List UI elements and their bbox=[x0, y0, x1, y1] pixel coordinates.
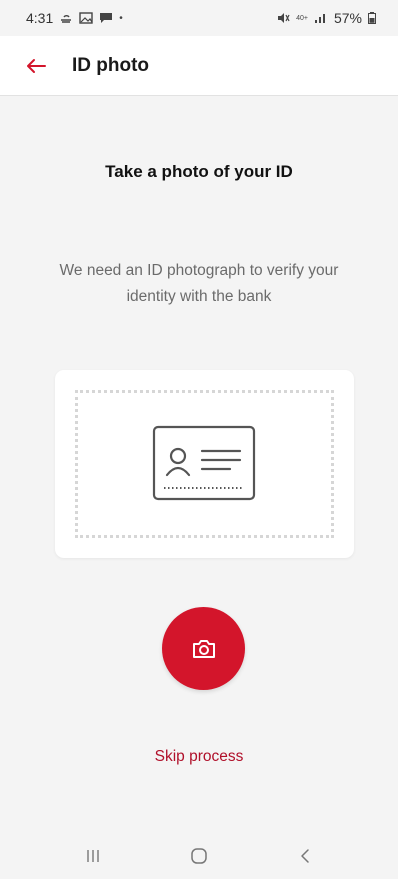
system-nav-bar bbox=[0, 832, 398, 879]
page-title: ID photo bbox=[72, 54, 150, 76]
signal-icon bbox=[314, 14, 325, 23]
id-card-panel bbox=[55, 370, 354, 558]
status-left: 4:31 • bbox=[26, 10, 123, 26]
status-bar: 4:31 • 40+ 57% bbox=[0, 0, 398, 36]
status-time: 4:31 bbox=[26, 10, 54, 26]
status-right: 40+ 57% bbox=[276, 10, 376, 26]
camera-icon bbox=[192, 639, 215, 658]
battery-icon bbox=[368, 12, 376, 24]
take-photo-button[interactable] bbox=[162, 607, 245, 690]
notification-dot-icon: • bbox=[119, 12, 123, 24]
chevron-left-icon bbox=[301, 848, 309, 863]
home-button[interactable] bbox=[179, 841, 219, 871]
back-button[interactable] bbox=[0, 36, 72, 96]
instruction-heading: Take a photo of your ID bbox=[105, 162, 293, 181]
instruction-description: We need an ID photograph to verify your … bbox=[59, 262, 339, 305]
recent-apps-button[interactable] bbox=[73, 841, 113, 871]
gallery-icon bbox=[79, 12, 93, 24]
arrow-left-icon bbox=[27, 58, 46, 73]
screen: 4:31 • 40+ 57% ID photo Take a photo of … bbox=[0, 0, 398, 879]
weather-icon bbox=[61, 15, 72, 23]
message-icon bbox=[100, 13, 113, 23]
id-card-icon bbox=[152, 425, 256, 501]
app-bar: ID photo bbox=[0, 36, 398, 96]
network-type: 40+ bbox=[296, 14, 308, 22]
recent-apps-icon bbox=[87, 849, 99, 862]
mute-icon bbox=[278, 13, 290, 23]
battery-percent: 57% bbox=[333, 10, 362, 26]
home-icon bbox=[191, 847, 207, 864]
skip-process-link[interactable]: Skip process bbox=[0, 748, 398, 766]
back-nav-button[interactable] bbox=[285, 841, 325, 871]
